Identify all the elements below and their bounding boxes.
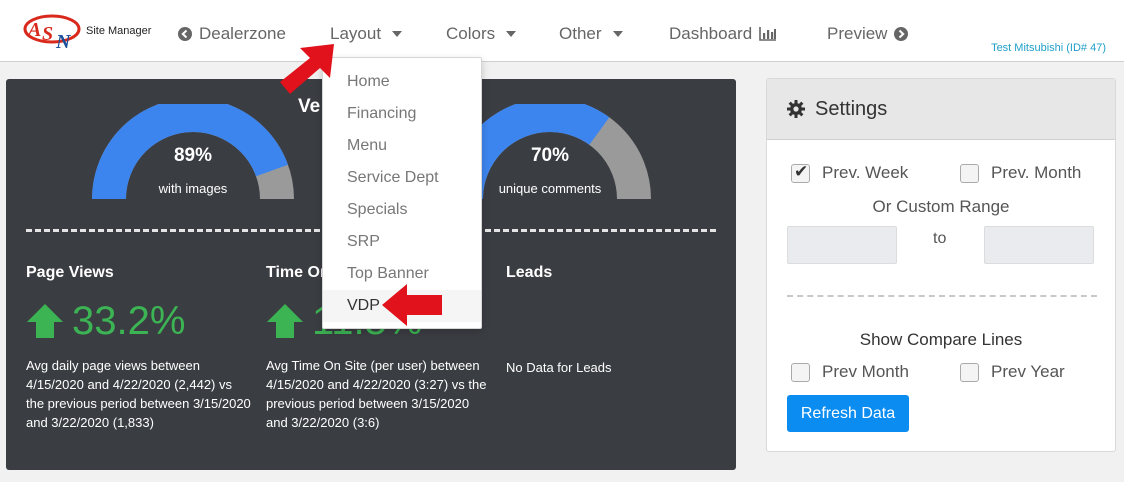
menu-item-service-dept[interactable]: Service Dept — [323, 162, 481, 194]
stat-description: Avg Time On Site (per user) between 4/15… — [266, 358, 487, 430]
nav-dashboard-label: Dashboard — [669, 24, 753, 43]
prev-month-option[interactable]: Prev. Month — [960, 163, 1081, 183]
end-date-input[interactable] — [984, 226, 1094, 264]
svg-text:A: A — [26, 19, 41, 41]
gear-icon — [787, 100, 805, 118]
caret-down-icon — [506, 31, 517, 37]
nav-other-label: Other — [559, 24, 602, 43]
divider — [787, 295, 1097, 297]
nav-colors[interactable]: Colors — [446, 24, 517, 44]
dealer-name[interactable]: Test Mitsubishi (ID# 47) — [991, 42, 1106, 54]
stat-description: Avg daily page views between 4/15/2020 a… — [26, 358, 251, 430]
arrow-up-icon — [27, 304, 63, 338]
caret-down-icon — [612, 31, 623, 37]
prev-week-checkbox[interactable] — [791, 162, 810, 183]
panel-title: Ve — [298, 96, 321, 117]
svg-text:S: S — [42, 23, 53, 45]
asn-logo[interactable]: A S N — [22, 10, 86, 52]
compare-prev-month-option[interactable]: Prev Month — [791, 362, 909, 382]
gauge-caption: with images — [158, 181, 228, 196]
annotation-arrow-icon — [280, 44, 334, 94]
settings-header: Settings — [767, 79, 1115, 140]
prev-month-label: Prev. Month — [991, 163, 1082, 182]
menu-item-home[interactable]: Home — [323, 66, 481, 98]
settings-panel: Settings Prev. Week Prev. Month Or Custo… — [766, 78, 1116, 452]
images-gauge: 89% with images — [90, 98, 296, 204]
compare-prev-month-checkbox[interactable] — [791, 362, 810, 382]
prev-month-checkbox[interactable] — [960, 163, 979, 183]
stat-change-value: 33.2% — [72, 298, 186, 343]
compare-prev-month-label: Prev Month — [822, 362, 909, 381]
stat-change: 33.2% — [26, 298, 251, 344]
stat-description: No Data for Leads — [506, 360, 612, 375]
settings-title: Settings — [815, 97, 888, 120]
arrow-up-icon — [267, 304, 303, 338]
top-navbar: A S N Site Manager Dealerzone Layout Col… — [0, 0, 1124, 62]
annotation-arrow-icon — [382, 284, 442, 326]
nav-other[interactable]: Other — [559, 24, 623, 44]
leads-stat: Leads No Data for Leads — [506, 264, 731, 377]
nav-preview-label: Preview — [827, 24, 888, 43]
page-views-stat: Page Views 33.2% Avg daily page views be… — [26, 264, 251, 432]
custom-range-label: Or Custom Range — [872, 197, 1010, 216]
to-label: to — [933, 230, 947, 247]
arrow-circle-left-icon — [178, 27, 192, 41]
caret-down-icon — [392, 31, 403, 37]
compare-prev-year-label: Prev Year — [991, 362, 1065, 381]
menu-item-srp[interactable]: SRP — [323, 226, 481, 258]
refresh-data-button[interactable]: Refresh Data — [787, 395, 909, 432]
stat-title: Leads — [506, 264, 553, 281]
compare-lines-title: Show Compare Lines — [859, 330, 1023, 349]
nav-preview[interactable]: Preview — [827, 24, 909, 44]
bar-chart-icon — [759, 27, 777, 41]
nav-colors-label: Colors — [446, 24, 496, 43]
arrow-circle-right-icon — [894, 27, 909, 41]
nav-dashboard[interactable]: Dashboard — [669, 24, 777, 44]
menu-item-menu[interactable]: Menu — [323, 130, 481, 162]
site-manager-label: Site Manager — [86, 25, 152, 37]
prev-week-option[interactable]: Prev. Week — [791, 162, 909, 183]
menu-item-specials[interactable]: Specials — [323, 194, 481, 226]
prev-week-label: Prev. Week — [822, 163, 909, 182]
compare-prev-year-checkbox[interactable] — [960, 362, 979, 382]
nav-layout[interactable]: Layout — [330, 24, 403, 44]
stat-title: Page Views — [26, 264, 114, 281]
menu-item-financing[interactable]: Financing — [323, 98, 481, 130]
gauge-percent: 89% — [173, 145, 213, 166]
svg-text:N: N — [55, 31, 72, 52]
compare-prev-year-option[interactable]: Prev Year — [960, 362, 1065, 382]
start-date-input[interactable] — [787, 226, 897, 264]
